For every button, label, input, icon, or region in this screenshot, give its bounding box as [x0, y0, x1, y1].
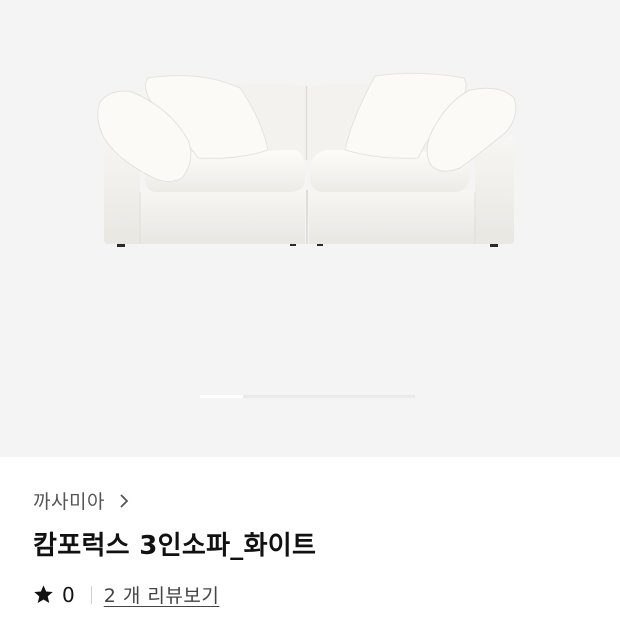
brand-name: 까사미아: [33, 491, 105, 513]
brand-link[interactable]: 까사미아: [33, 487, 129, 514]
sofa-image: [97, 72, 517, 247]
review-link[interactable]: 2 개 리뷰보기: [104, 581, 220, 608]
gallery-pagination-active: [200, 395, 243, 398]
star-icon: [34, 585, 53, 603]
product-info: 까사미아 캄포럭스 3인소파_화이트 0 2 개 리뷰보기: [0, 457, 620, 620]
product-image-gallery[interactable]: [0, 0, 620, 457]
rating-row: 0 2 개 리뷰보기: [33, 581, 219, 608]
gallery-pagination: [200, 395, 415, 398]
rating-score: 0: [62, 582, 75, 607]
divider: [90, 585, 92, 604]
chevron-right-icon: [120, 493, 129, 508]
product-title: 캄포럭스 3인소파_화이트: [33, 531, 317, 561]
